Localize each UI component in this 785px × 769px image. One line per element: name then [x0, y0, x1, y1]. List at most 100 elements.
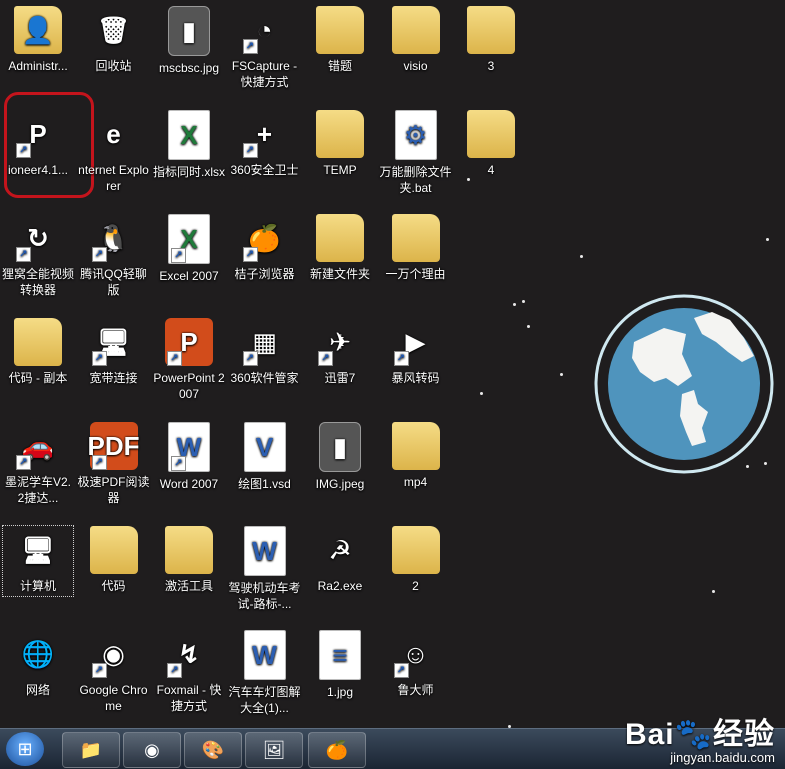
desktop-icon[interactable]: ▮ mscbsc.jpg [152, 6, 226, 76]
desktop-icon[interactable]: 🌐 网络 [1, 630, 75, 698]
desktop-icon[interactable]: 🐧 ↗ 腾讯QQ轻聊版 [77, 214, 151, 298]
app-icon: ≡ [319, 630, 361, 680]
folder-icon [391, 526, 440, 574]
desktop-icon[interactable]: 一万个理由 [379, 214, 453, 282]
icon-glyph: ≡ [332, 640, 348, 670]
app-icon: ↻ ↗ [14, 214, 62, 262]
desktop-icon-label: Foxmail - 快捷方式 [156, 683, 222, 713]
desktop-icon-label: 墨泥学车V2.2捷达... [4, 475, 71, 505]
desktop-icon[interactable]: 2 [379, 526, 453, 594]
shortcut-arrow-icon: ↗ [91, 247, 107, 262]
shortcut-arrow-icon: ↗ [16, 143, 31, 158]
desktop-icon[interactable]: W ↗ Word 2007 [152, 422, 226, 492]
desktop-icon-label: 代码 - 副本 [8, 371, 68, 385]
desktop-icon[interactable]: 🍊 ↗ 桔子浏览器 [228, 214, 302, 282]
desktop-icon[interactable]: ◉ ↗ Google Chrome [77, 630, 151, 714]
desktop-icon[interactable]: 🖥 ↗ 宽带连接 [77, 318, 151, 386]
icon-glyph: ⚙ [403, 120, 428, 150]
desktop-icon[interactable]: 🚗 ↗ 墨泥学车V2.2捷达... [1, 422, 75, 506]
taskbar-button-chrome[interactable]: ◉ [123, 732, 181, 768]
taskbar-button-orange-browser[interactable]: 🍊 [308, 732, 366, 768]
icon-glyph: 🐧 [97, 223, 130, 253]
folder-icon [391, 422, 440, 470]
desktop-icon[interactable]: ≡ 1.jpg [303, 630, 377, 700]
desktop-icon[interactable]: P ↗ ioneer4.1... [1, 110, 75, 178]
desktop-icon-label: 狸窝全能视频转换器 [2, 267, 75, 297]
desktop-icon[interactable]: TEMP [303, 110, 377, 178]
desktop-icon[interactable]: X ↗ Excel 2007 [152, 214, 226, 284]
desktop-icon[interactable]: W 驾驶机动车考试-路标-... [228, 526, 302, 612]
desktop-icon[interactable]: 🗑 回收站 [77, 6, 151, 74]
taskbar-button-explorer[interactable]: 📁 [62, 732, 120, 768]
desktop-icon-label: 汽车车灯图解大全(1)... [228, 685, 301, 715]
app-icon: + ↗ [241, 110, 289, 158]
start-button[interactable]: ⊞ [6, 732, 44, 766]
desktop-icon[interactable]: PDF ↗ 极速PDF阅读器 [77, 422, 151, 506]
desktop-icon[interactable]: ☺ ↗ 鲁大师 [379, 630, 453, 698]
desktop-icon[interactable]: 新建文件夹 [303, 214, 377, 282]
folder-icon [391, 214, 440, 262]
desktop-icon[interactable]: V 绘图1.vsd [228, 422, 302, 492]
taskbar-button-picture-viewer[interactable]: 🖼 [245, 732, 303, 768]
desktop-icon[interactable]: 👤 Administr... [1, 6, 75, 74]
desktop-icon-label: 指标同时.xlsx [153, 165, 226, 179]
app-icon: ◔ ↗ [241, 6, 289, 54]
desktop-icon[interactable]: 代码 [77, 526, 151, 594]
desktop-icon[interactable]: mp4 [379, 422, 453, 490]
shortcut-arrow-icon: ↗ [16, 247, 31, 262]
chrome-icon: ◉ [144, 739, 160, 760]
desktop-icon[interactable]: 🖥 计算机 [1, 526, 75, 594]
icon-glyph: 🚗 [21, 431, 55, 461]
taskbar-button-paint[interactable]: 🎨 [184, 732, 242, 768]
desktop-icon[interactable]: 错题 [303, 6, 377, 74]
star [766, 238, 769, 241]
icon-glyph: 🗑 [96, 15, 130, 45]
desktop-icon[interactable]: ↻ ↗ 狸窝全能视频转换器 [1, 214, 75, 298]
desktop-icon-label: 桔子浏览器 [234, 267, 295, 281]
desktop-icon-label: 暴风转码 [391, 371, 440, 385]
icon-glyph: V [255, 432, 274, 462]
desktop-icon-label: Excel 2007 [159, 269, 219, 283]
desktop-icon[interactable]: P ↗ PowerPoint 2007 [152, 318, 226, 402]
desktop-icon[interactable]: e nternet Explorer [77, 110, 151, 194]
app-icon: PDF ↗ [88, 422, 140, 470]
icon-glyph: ↻ [27, 223, 49, 253]
desktop-icon-label: 宽带连接 [89, 371, 138, 385]
app-icon: e [90, 110, 138, 158]
desktop-icon-label: 新建文件夹 [309, 267, 370, 281]
desktop-icon[interactable]: visio [379, 6, 453, 74]
desktop-icon[interactable]: 4 [454, 110, 528, 178]
folder-icon [165, 526, 213, 574]
desktop-icon[interactable]: ↯ ↗ Foxmail - 快捷方式 [152, 630, 226, 714]
desktop-icon[interactable]: ▦ ↗ 360软件管家 [228, 318, 302, 386]
star [522, 300, 525, 303]
shortcut-arrow-icon: ↗ [167, 351, 182, 366]
desktop-icon[interactable]: X 指标同时.xlsx [152, 110, 226, 180]
desktop-icon-label: 网络 [25, 683, 50, 697]
watermark-url: jingyan.baidu.com [670, 750, 775, 765]
desktop-icon[interactable]: 代码 - 副本 [1, 318, 75, 386]
desktop-icon[interactable]: ◔ ↗ FSCapture - 快捷方式 [228, 6, 302, 90]
app-icon: ☭ [316, 526, 364, 574]
desktop-icon[interactable]: + ↗ 360安全卫士 [228, 110, 302, 178]
desktop-icon[interactable]: ▶ ↗ 暴风转码 [379, 318, 453, 386]
desktop-icon-label: 驾驶机动车考试-路标-... [228, 581, 301, 611]
desktop-icon[interactable]: ⚙ 万能删除文件夹.bat [379, 110, 453, 196]
desktop-icon[interactable]: 3 [454, 6, 528, 74]
desktop-icon[interactable]: W 汽车车灯图解大全(1)... [228, 630, 302, 716]
app-icon: 🖥 [14, 526, 62, 574]
desktop-icon[interactable]: ▮ IMG.jpeg [303, 422, 377, 492]
picture-viewer-icon: 🖼 [262, 739, 286, 760]
explorer-icon: 📁 [79, 739, 103, 760]
desktop-icon[interactable]: ☭ Ra2.exe [303, 526, 377, 594]
desktop-icon-label: nternet Explorer [78, 163, 149, 193]
icon-glyph: ▮ [332, 432, 348, 462]
app-icon: 🚗 ↗ [14, 422, 62, 470]
folder-icon [316, 214, 364, 262]
icon-glyph: W [252, 640, 277, 670]
desktop-icon[interactable]: ✈ ↗ 迅雷7 [303, 318, 377, 386]
shortcut-arrow-icon: ↗ [242, 143, 258, 158]
desktop-icon-label: 极速PDF阅读器 [77, 475, 150, 505]
desktop-icon[interactable]: 激活工具 [152, 526, 226, 594]
desktop-icon-label: 错题 [327, 59, 352, 73]
